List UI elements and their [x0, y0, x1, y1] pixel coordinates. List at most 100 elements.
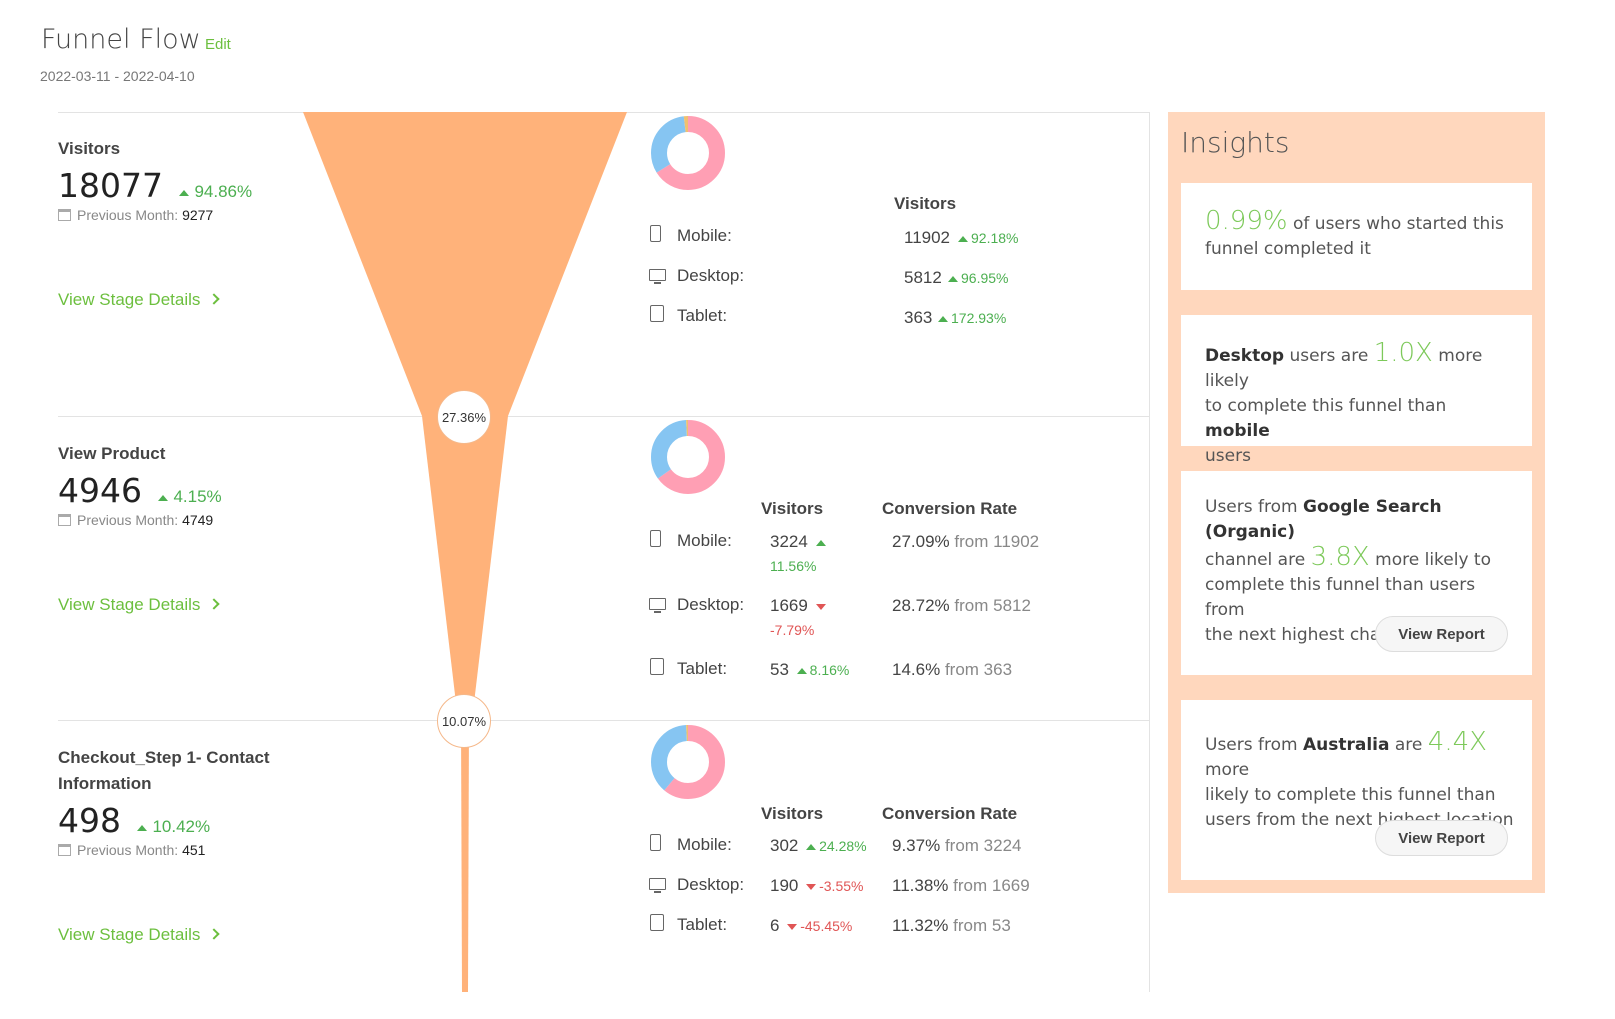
insight-fragment: are — [1389, 735, 1428, 755]
arrow-up-icon — [158, 494, 169, 501]
insight-text: Users from Australia are 4.4X more likel… — [1205, 727, 1514, 833]
view-report-button[interactable]: View Report — [1375, 820, 1508, 856]
arrow-down-icon — [815, 603, 826, 610]
device-value-desktop: 1669 — [770, 596, 831, 616]
mobile-icon — [650, 834, 661, 851]
insights-title: Insights — [1181, 126, 1290, 159]
conversion-rate-value: 11.32% — [892, 916, 949, 935]
device-donut-chart — [651, 420, 725, 494]
previous-month-value: 451 — [182, 842, 206, 858]
device-icon-tablet — [650, 305, 664, 327]
previous-month-value: 4749 — [182, 512, 214, 528]
conversion-rate-value: 28.72% — [892, 596, 950, 615]
device-icon-mobile — [650, 834, 661, 856]
stage-change: 94.86% — [179, 182, 252, 201]
funnel-graphic — [303, 112, 627, 992]
conversion-mobile: 9.37% from 3224 — [892, 836, 1021, 856]
device-change-mobile: 11.56% — [770, 558, 817, 574]
insight-fragment: more likely to — [1369, 550, 1491, 570]
conversion-from: from 5812 — [954, 596, 1031, 615]
arrow-down-icon — [806, 884, 817, 891]
view-stage-details-label: View Stage Details — [58, 595, 201, 614]
device-value-tablet: 6 -45.45% — [770, 916, 852, 936]
device-change-value: 172.93% — [951, 310, 1007, 326]
mobile-icon — [650, 530, 661, 547]
conversion-rate-value: 11.38% — [892, 876, 949, 895]
conversion-rate-value: 9.37% — [892, 836, 941, 855]
edit-link[interactable]: Edit — [205, 36, 231, 53]
calendar-icon — [58, 209, 71, 221]
insight-bold: Australia — [1302, 735, 1390, 755]
insight-bold: mobile — [1205, 421, 1270, 441]
view-report-button[interactable]: View Report — [1375, 616, 1508, 652]
device-value: 6 — [770, 916, 780, 935]
chevron-right-icon — [208, 293, 221, 305]
device-label-tablet: Tablet: — [677, 915, 728, 934]
device-icon-desktop — [649, 268, 666, 286]
device-change-tablet: 172.93% — [938, 310, 1006, 326]
insight-highlight: 0.99% — [1205, 206, 1288, 236]
previous-month-label: Previous Month: — [77, 207, 179, 223]
insight-card: Users from Australia are 4.4X more likel… — [1181, 700, 1532, 880]
insight-fragment: to complete this funnel than — [1205, 396, 1447, 416]
insight-card: Desktop users are 1.0X more likely to co… — [1181, 315, 1532, 466]
device-change-desktop: -7.79% — [770, 622, 815, 638]
mobile-icon — [650, 225, 661, 242]
calendar-icon — [58, 514, 71, 526]
calendar-icon — [58, 844, 71, 856]
insight-fragment: channel are — [1205, 550, 1311, 570]
insight-card: Users from Google Search (Organic) chann… — [1181, 471, 1532, 675]
device-change-value: 8.16% — [809, 662, 850, 678]
view-stage-details-link[interactable]: View Stage Details — [58, 290, 221, 310]
insight-fragment: of users who started this — [1287, 214, 1504, 234]
device-label-mobile: Mobile: — [677, 531, 732, 550]
device-icon-desktop — [649, 877, 666, 895]
tablet-icon — [650, 914, 664, 931]
stage-change-value: 10.42% — [152, 817, 211, 836]
funnel-segment-3 — [461, 720, 469, 992]
device-value-mobile: 302 24.28% — [770, 836, 867, 856]
stage-name-line: Checkout_Step 1- Contact — [58, 748, 270, 767]
conversion-rate-value: 27.09% — [892, 532, 950, 551]
device-label-mobile: Mobile: — [677, 226, 732, 245]
device-label-tablet: Tablet: — [677, 659, 728, 678]
conversion-tablet: 14.6% from 363 — [892, 660, 1012, 680]
arrow-up-icon — [806, 844, 817, 851]
previous-month-label: Previous Month: — [77, 842, 179, 858]
arrow-up-icon — [815, 539, 826, 546]
conversion-from: from 363 — [944, 660, 1013, 679]
device-label-mobile: Mobile: — [677, 835, 732, 854]
insight-highlight: 1.0X — [1373, 338, 1433, 368]
stage-change-value: 4.15% — [173, 487, 222, 506]
device-value-desktop: 5812 — [904, 268, 942, 287]
view-stage-details-link[interactable]: View Stage Details — [58, 595, 221, 615]
device-value-mobile: 3224 — [770, 532, 831, 552]
device-change-value: 96.95% — [961, 270, 1009, 286]
stage-change: 10.42% — [137, 817, 210, 836]
view-stage-details-link[interactable]: View Stage Details — [58, 925, 221, 945]
conversion-tablet: 11.32% from 53 — [892, 916, 1011, 936]
insight-fragment: Users from — [1205, 735, 1303, 755]
stage-count: 18077 — [58, 166, 163, 205]
insight-highlight: 4.4X — [1427, 727, 1487, 757]
visitors-column-header: Visitors — [894, 194, 957, 213]
device-change-desktop: 96.95% — [948, 270, 1008, 286]
insight-card: 0.99% of users who started this funnel c… — [1181, 183, 1532, 290]
device-icon-tablet — [650, 658, 664, 680]
stage-count-row: 4946 4.15% — [58, 471, 222, 510]
device-donut-chart — [651, 725, 725, 799]
device-change-value: -3.55% — [819, 878, 864, 894]
stage-name: View Product — [58, 444, 166, 463]
device-change-desktop: -3.55% — [803, 878, 863, 894]
previous-month: Previous Month: 451 — [58, 842, 205, 858]
device-change-value: 24.28% — [819, 838, 867, 854]
device-value: 3224 — [770, 532, 808, 551]
conversion-from: from 3224 — [944, 836, 1022, 855]
conversion-rate-column-header: Conversion Rate — [882, 804, 1018, 823]
insight-fragment: users — [1205, 446, 1251, 466]
device-icon-mobile — [650, 225, 661, 247]
stage-name-line: Information — [58, 774, 152, 793]
device-change-value: -45.45% — [800, 918, 853, 934]
conversion-badge-1: 27.36% — [437, 390, 491, 444]
device-value-desktop: 190 -3.55% — [770, 876, 863, 896]
